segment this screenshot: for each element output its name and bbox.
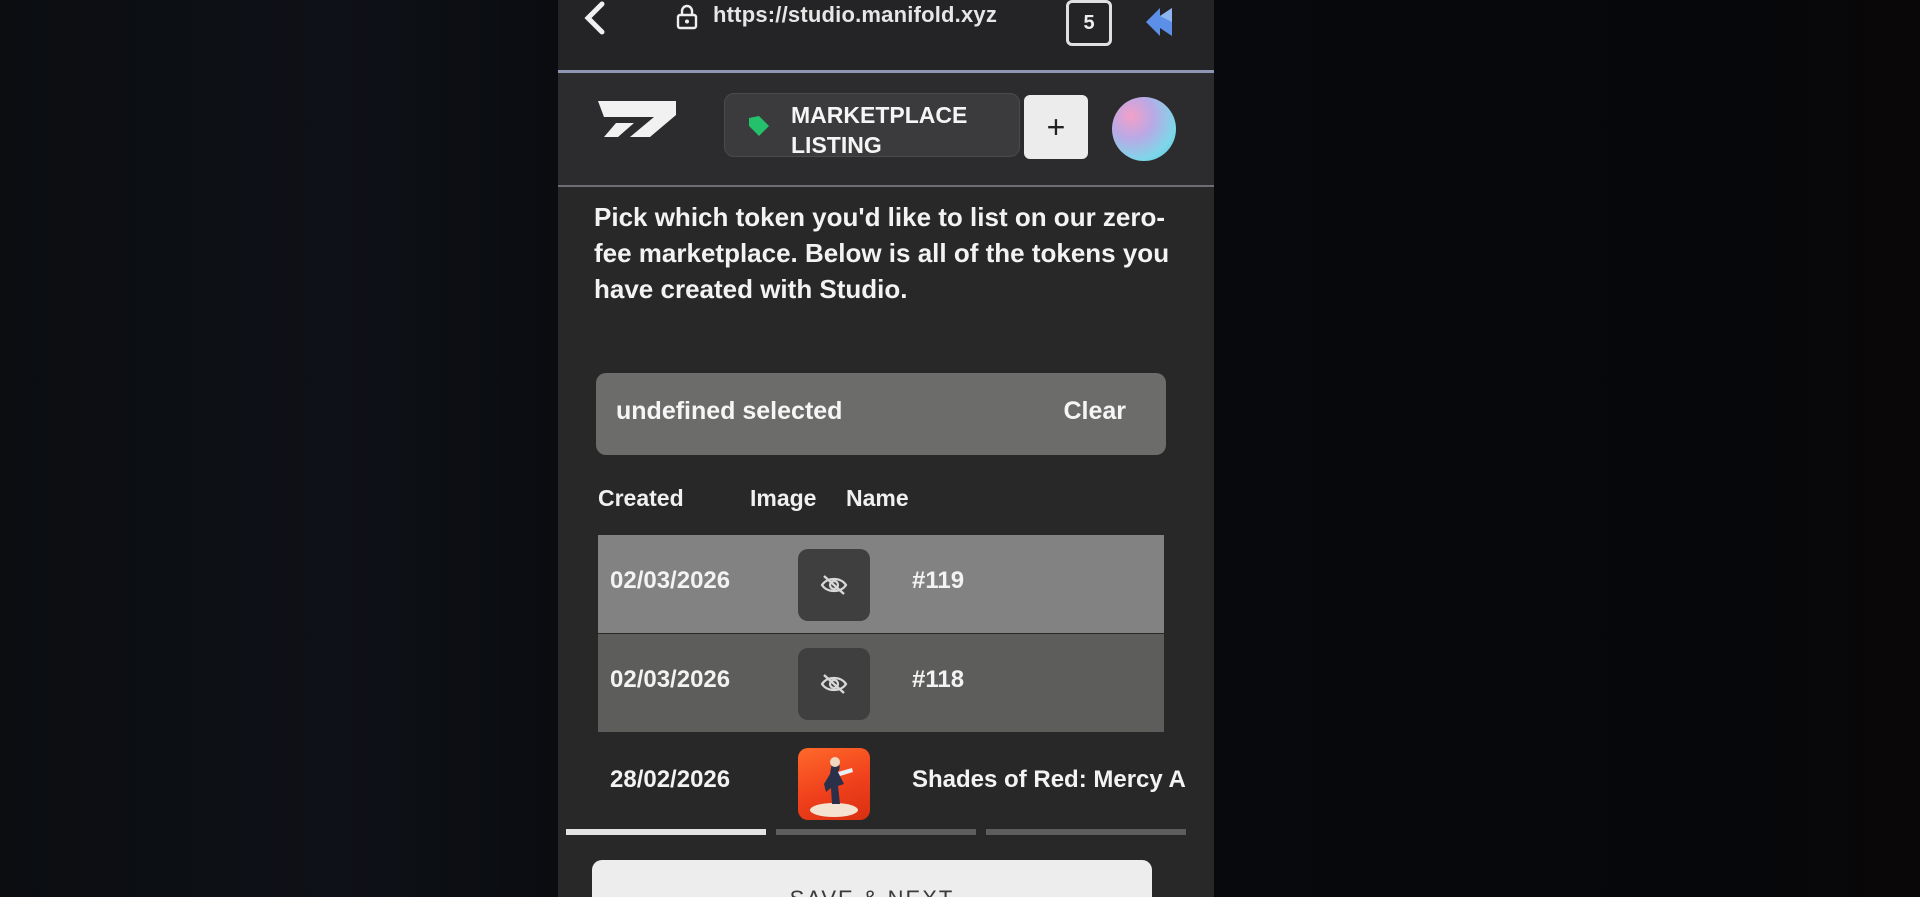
- token-image: [798, 549, 870, 621]
- table-header: Created Image Name: [596, 485, 1166, 525]
- browser-bar: https://studio.manifold.xyz 5: [558, 0, 1214, 73]
- token-thumbnail: [798, 748, 870, 820]
- token-name: #118: [912, 666, 965, 693]
- background-left: [0, 0, 560, 897]
- plus-icon: +: [1046, 109, 1066, 145]
- intro-text: Pick which token you'd like to list on o…: [594, 202, 1170, 304]
- token-name: Shades of Red: Mercy A: [912, 766, 1186, 793]
- progress-step-1: [566, 829, 766, 835]
- save-next-button[interactable]: SAVE & NEXT: [592, 860, 1152, 897]
- table-row[interactable]: 28/02/2026 Shades of Red: Mercy A: [598, 734, 1186, 832]
- avatar[interactable]: [1112, 97, 1176, 161]
- logo[interactable]: [594, 95, 684, 143]
- listing-type-label: MARKETPLACE LISTING: [791, 102, 968, 158]
- column-header-created[interactable]: Created: [598, 485, 684, 512]
- url-bar[interactable]: https://studio.manifold.xyz: [713, 2, 997, 28]
- step-progress: [566, 829, 1186, 837]
- app-header: MARKETPLACE LISTING +: [558, 73, 1214, 187]
- clear-button[interactable]: Clear: [1063, 397, 1126, 426]
- table-row[interactable]: 02/03/2026 #119: [598, 535, 1164, 633]
- selection-bar: undefined selected Clear: [596, 373, 1166, 455]
- column-header-name[interactable]: Name: [846, 485, 909, 512]
- created-date: 02/03/2026: [610, 666, 731, 693]
- token-image: [798, 648, 870, 720]
- tab-count-button[interactable]: 5: [1066, 0, 1112, 46]
- add-button[interactable]: +: [1024, 95, 1088, 159]
- token-name: #119: [912, 567, 965, 594]
- selection-status: undefined selected: [616, 397, 843, 425]
- listing-type-selector[interactable]: MARKETPLACE LISTING: [724, 93, 1020, 158]
- hidden-eye-icon: [820, 674, 848, 694]
- main-content: Pick which token you'd like to list on o…: [558, 187, 1214, 897]
- tag-icon: [749, 116, 769, 136]
- table-row[interactable]: 02/03/2026 #118: [598, 634, 1164, 732]
- lock-icon: [676, 4, 698, 30]
- back-icon[interactable]: [576, 0, 616, 40]
- progress-step-3: [986, 829, 1186, 835]
- artwork-figure: [810, 757, 858, 817]
- hidden-eye-icon: [820, 575, 848, 595]
- phone-screen: https://studio.manifold.xyz 5 MARKETPLAC…: [558, 0, 1214, 897]
- extension-icon[interactable]: [1142, 6, 1180, 40]
- created-date: 28/02/2026: [610, 766, 731, 793]
- column-header-image: Image: [750, 485, 817, 511]
- progress-step-2: [776, 829, 976, 835]
- created-date: 02/03/2026: [610, 567, 731, 594]
- background-right: [1214, 0, 1920, 897]
